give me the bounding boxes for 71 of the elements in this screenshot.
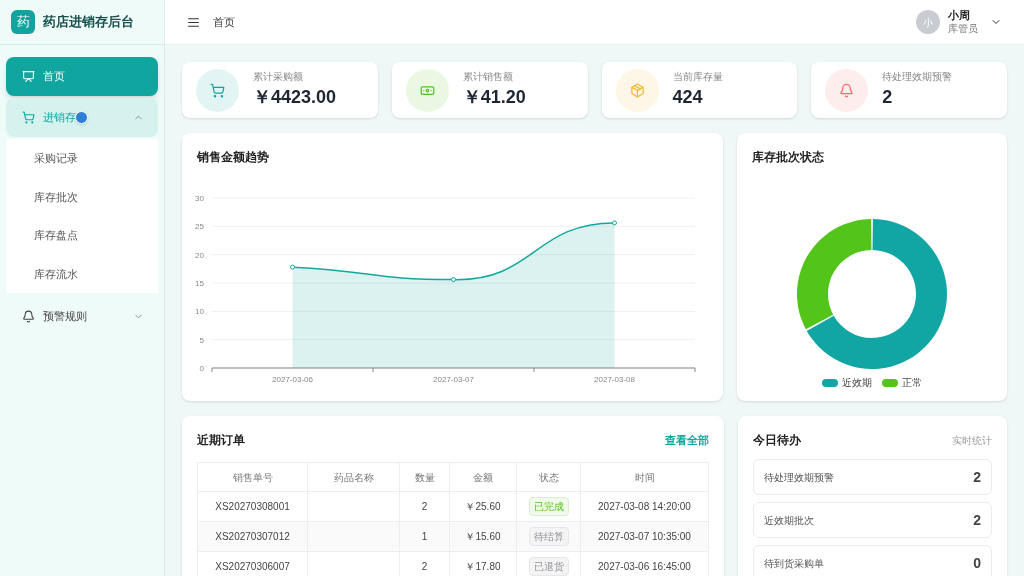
stat-label: 累计销售额 [462, 70, 514, 84]
column-header: 金额 [450, 463, 517, 491]
table-cell: 2 [400, 492, 450, 521]
table-cell: 2 [400, 552, 450, 576]
y-tick-label: 30 [195, 194, 204, 203]
legend-label: 正常 [902, 376, 922, 390]
app-logo: 药 [11, 10, 35, 34]
table-cell: XS20270306007 [198, 552, 308, 576]
table-cell-text: 2027-03-08 14:20:00 [597, 500, 692, 514]
y-tick-label: 0 [199, 364, 204, 373]
submenu-item[interactable]: 采购记录 [6, 139, 158, 178]
card-title: 今日待办 [753, 432, 801, 449]
legend-swatch [882, 378, 898, 387]
submenu-item[interactable]: 库存批次 [6, 177, 158, 216]
column-header: 状态 [517, 463, 581, 491]
cart-icon [22, 111, 35, 124]
status-tag: 已退货 [528, 557, 569, 576]
table-cell: ￥25.60 [450, 492, 517, 521]
table-cell: ￥15.60 [450, 522, 517, 551]
status-tag: 已完成 [528, 497, 569, 516]
column-header: 数量 [400, 463, 450, 491]
stat-value: ￥41.20 [462, 86, 526, 109]
table-cell: ￥17.80 [450, 552, 517, 576]
package-icon [629, 82, 645, 98]
stat-label: 待处理效期预警 [882, 70, 953, 84]
submenu-item[interactable]: 库存盘点 [6, 216, 158, 255]
y-tick-label: 25 [195, 222, 204, 232]
stat-label: 累计采购额 [253, 70, 304, 84]
user-role: 库管员 [948, 22, 978, 36]
y-tick-label: 15 [195, 279, 204, 288]
menu-item[interactable]: 预警规则 [6, 297, 158, 336]
column-header: 销售单号 [198, 463, 308, 491]
legend-label: 近效期 [842, 376, 872, 390]
x-tick-label: 2027-03-06 [272, 375, 313, 384]
todo-item[interactable]: 待到货采购单 0 [753, 545, 992, 576]
data-point [451, 277, 456, 283]
column-header: 药品名称 [308, 463, 400, 491]
app-title: 药店进销存后台 [43, 13, 134, 32]
y-tick-label: 5 [199, 335, 204, 345]
chart-title: 销售金额趋势 [196, 149, 270, 166]
column-header: 时间 [633, 470, 656, 485]
chart-title: 库存批次状态 [751, 149, 825, 166]
menu-icon[interactable] [187, 15, 200, 29]
x-tick-label: 2027-03-08 [594, 375, 635, 384]
data-point [612, 220, 617, 226]
presentation-board-icon [22, 70, 35, 83]
x-tick-label: 2027-03-07 [433, 375, 474, 384]
y-tick-label: 20 [195, 250, 204, 260]
table-cell-text: 2027-03-07 10:35:00 [597, 530, 692, 544]
stat-value: 2 [882, 86, 894, 109]
stat-value: ￥4423.00 [253, 86, 337, 109]
table-cell-text: 2027-03-06 16:45:00 [597, 560, 692, 574]
stat-label: 当前库存量 [672, 70, 723, 84]
y-tick-label: 10 [195, 307, 204, 317]
stat-value: 424 [672, 86, 704, 109]
breadcrumb: 首页 [213, 14, 235, 30]
table-cell: XS20270307012 [198, 522, 308, 551]
bell-icon [839, 82, 855, 98]
table-cell: XS20270308001 [198, 492, 308, 521]
todo-item[interactable]: 近效期批次 2 [753, 502, 992, 538]
submenu-item[interactable]: 库存流水 [6, 254, 158, 293]
legend-swatch [822, 378, 838, 387]
data-point [290, 264, 295, 270]
card-note: 实时统计 [952, 433, 992, 448]
cart-icon [210, 82, 225, 98]
user-name: 小周 [948, 8, 971, 23]
status-tag: 待结算 [528, 527, 569, 546]
card-title: 近期订单 [197, 432, 245, 449]
todo-item[interactable]: 待处理效期预警 2 [753, 459, 992, 495]
table-cell: 1 [400, 522, 450, 551]
bell-icon [22, 310, 35, 323]
